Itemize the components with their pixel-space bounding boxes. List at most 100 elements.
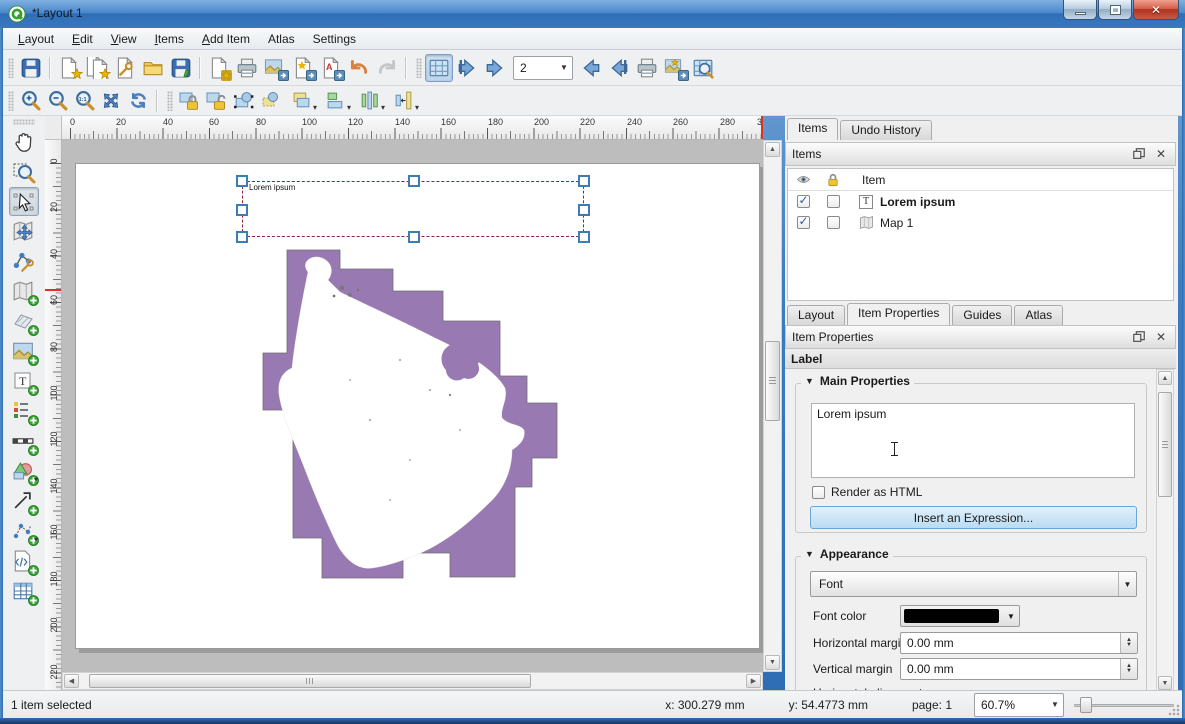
chevron-down-icon[interactable]: ▼ xyxy=(556,57,572,79)
atlas-next-feature-button[interactable] xyxy=(577,54,605,82)
tab-item-properties[interactable]: Item Properties xyxy=(847,303,950,325)
atlas-preview-button[interactable] xyxy=(425,54,453,82)
title-bar[interactable]: *Layout 1 ✕ xyxy=(0,0,1185,28)
lock-checkbox[interactable] xyxy=(827,216,840,229)
scrollbar-thumb[interactable] xyxy=(1158,392,1172,497)
ungroup-items-button[interactable] xyxy=(257,88,284,114)
close-button[interactable]: ✕ xyxy=(1133,0,1179,20)
zoom-actual-button[interactable]: 1:1 xyxy=(71,88,98,114)
resize-handle-n[interactable] xyxy=(408,175,420,187)
add-shape-button[interactable]: ▾ xyxy=(9,457,39,486)
add-scale-bar-button[interactable] xyxy=(9,427,39,456)
save-project-button[interactable] xyxy=(17,54,45,82)
canvas-horizontal-scrollbar[interactable]: ◀ ▶ xyxy=(62,672,763,690)
add-attribute-table-button[interactable] xyxy=(9,577,39,606)
atlas-first-feature-button[interactable] xyxy=(453,54,481,82)
tab-layout[interactable]: Layout xyxy=(787,305,845,325)
zoom-out-button[interactable] xyxy=(44,88,71,114)
selected-label-item[interactable]: Lorem ipsum xyxy=(242,181,584,237)
appearance-header[interactable]: ▼ Appearance xyxy=(801,547,893,561)
menu-items[interactable]: Items xyxy=(146,30,193,48)
add-picture-button[interactable] xyxy=(9,337,39,366)
add-map-button[interactable] xyxy=(9,277,39,306)
zoom-level-combo[interactable]: 60.7% ▼ xyxy=(974,693,1064,717)
scrollbar-thumb[interactable] xyxy=(765,341,780,421)
scroll-left-icon[interactable]: ◀ xyxy=(64,674,79,688)
load-from-template-button[interactable] xyxy=(139,54,167,82)
tab-items[interactable]: Items xyxy=(787,118,838,140)
zoom-tool-button[interactable] xyxy=(9,157,39,186)
atlas-settings-button[interactable] xyxy=(689,54,717,82)
toolbar-grip[interactable] xyxy=(167,91,173,111)
float-panel-icon[interactable] xyxy=(1131,146,1147,162)
toolbar-grip[interactable] xyxy=(416,58,422,78)
pan-layout-button[interactable] xyxy=(9,127,39,156)
resize-items-button[interactable]: ▾ xyxy=(386,88,420,114)
float-panel-icon[interactable] xyxy=(1131,329,1147,345)
resize-handle-se[interactable] xyxy=(578,231,590,243)
print-atlas-button[interactable] xyxy=(633,54,661,82)
export-image-button[interactable] xyxy=(261,54,289,82)
restore-button[interactable] xyxy=(1098,0,1132,20)
menu-settings[interactable]: Settings xyxy=(304,30,365,48)
new-layout-button[interactable] xyxy=(55,54,83,82)
group-items-button[interactable] xyxy=(230,88,257,114)
atlas-previous-feature-button[interactable] xyxy=(481,54,509,82)
main-properties-header[interactable]: ▼ Main Properties xyxy=(801,374,914,388)
refresh-view-button[interactable] xyxy=(125,88,152,114)
item-row-label[interactable]: Map 1 xyxy=(880,216,913,230)
export-pdf-button[interactable]: A xyxy=(317,54,345,82)
atlas-feature-combo[interactable]: 2▼ xyxy=(513,56,573,80)
add-legend-button[interactable] xyxy=(9,397,39,426)
scroll-down-icon[interactable]: ▼ xyxy=(765,655,780,670)
layout-manager-button[interactable] xyxy=(111,54,139,82)
scroll-down-icon[interactable]: ▼ xyxy=(1158,676,1172,690)
resize-handle-s[interactable] xyxy=(408,231,420,243)
add-html-frame-button[interactable] xyxy=(9,547,39,576)
properties-scrollbar[interactable]: ▲ ▼ xyxy=(1156,369,1174,692)
chevron-down-icon[interactable]: ▼ xyxy=(1003,606,1019,626)
close-panel-icon[interactable]: ✕ xyxy=(1153,146,1169,162)
resize-handle-nw[interactable] xyxy=(236,175,248,187)
add-3d-map-button[interactable] xyxy=(9,307,39,336)
toolbar-grip[interactable] xyxy=(8,58,14,78)
align-items-button[interactable]: ▾ xyxy=(318,88,352,114)
visibility-checkbox[interactable] xyxy=(797,195,810,208)
scrollbar-thumb[interactable] xyxy=(89,674,531,688)
atlas-last-feature-button[interactable] xyxy=(605,54,633,82)
edit-nodes-item-button[interactable] xyxy=(9,247,39,276)
move-item-content-button[interactable] xyxy=(9,217,39,246)
add-node-item-button[interactable]: ▾ xyxy=(9,517,39,546)
unlock-all-items-button[interactable] xyxy=(203,88,230,114)
tab-undo-history[interactable]: Undo History xyxy=(840,120,931,140)
zoom-slider[interactable] xyxy=(1074,695,1174,715)
menu-layout[interactable]: Layout xyxy=(9,30,63,48)
layout-canvas[interactable]: Lorem ipsum xyxy=(62,140,763,672)
save-as-template-button[interactable] xyxy=(167,54,195,82)
resize-handle-sw[interactable] xyxy=(236,231,248,243)
resize-handle-ne[interactable] xyxy=(578,175,590,187)
redo-button[interactable] xyxy=(373,54,401,82)
add-label-button[interactable]: T xyxy=(9,367,39,396)
add-items-from-template-button[interactable] xyxy=(205,54,233,82)
font-color-swatch-button[interactable]: ▼ xyxy=(900,605,1020,627)
distribute-items-button[interactable]: ▾ xyxy=(352,88,386,114)
raise-items-button[interactable]: ▾ xyxy=(284,88,318,114)
lock-selected-items-button[interactable] xyxy=(176,88,203,114)
render-as-html-checkbox[interactable] xyxy=(812,486,825,499)
horizontal-margin-spinbox[interactable]: 0.00 mm ▲▼ xyxy=(900,632,1138,654)
item-row-lorem-ipsum[interactable]: T Lorem ipsum xyxy=(788,191,1173,212)
vertical-margin-spinbox[interactable]: 0.00 mm ▲▼ xyxy=(900,658,1138,680)
spin-arrows-icon[interactable]: ▲▼ xyxy=(1120,633,1137,653)
visibility-checkbox[interactable] xyxy=(797,216,810,229)
close-panel-icon[interactable]: ✕ xyxy=(1153,329,1169,345)
menu-view[interactable]: View xyxy=(102,30,146,48)
toolbar-grip[interactable] xyxy=(8,91,14,111)
label-text-area[interactable]: Lorem ipsum xyxy=(811,403,1135,478)
scroll-up-icon[interactable]: ▲ xyxy=(765,142,780,157)
lock-checkbox[interactable] xyxy=(827,195,840,208)
item-row-label[interactable]: Lorem ipsum xyxy=(880,195,955,209)
menu-edit[interactable]: Edit xyxy=(63,30,102,48)
render-as-html-row[interactable]: Render as HTML xyxy=(812,485,922,499)
zoom-in-button[interactable] xyxy=(17,88,44,114)
